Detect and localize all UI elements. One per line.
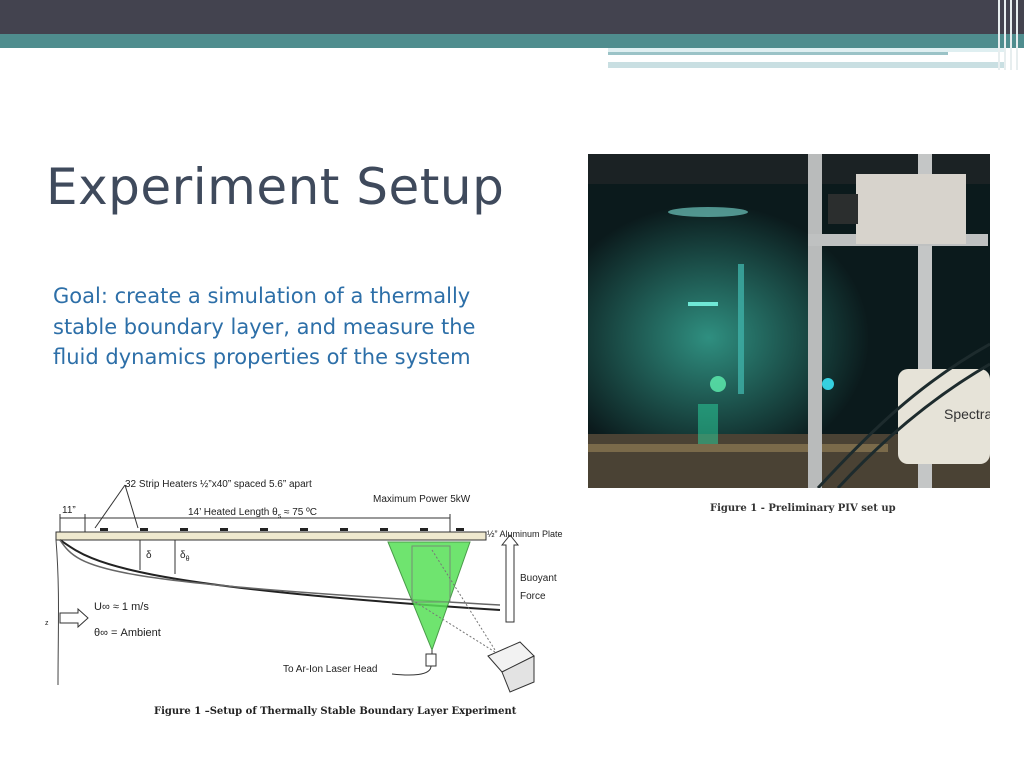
header-stripes — [994, 0, 1024, 70]
buoyant-label: Buoyant — [520, 573, 557, 584]
slide-title: Experiment Setup — [46, 158, 505, 216]
delta-theta-label: δθ — [180, 550, 189, 563]
delta-label: δ — [146, 550, 152, 561]
aluminum-plate-label: ½” Aluminum Plate — [487, 529, 563, 539]
laser-head-label: To Ar-Ion Laser Head — [283, 664, 378, 675]
header-teal-band — [0, 34, 1024, 48]
header-line-wide — [608, 62, 1006, 68]
heated-length-temp: ≈ 75 ºC — [281, 507, 318, 518]
spectra-label: Spectra — [944, 406, 990, 422]
z-axis-label: z — [45, 620, 49, 627]
force-label: Force — [520, 591, 546, 602]
theta-inf-label: θ∞ = Ambient — [94, 627, 161, 639]
diagram-caption: Figure 1 –Setup of Thermally Stable Boun… — [154, 706, 517, 717]
slide-body-text: Goal: create a simulation of a thermally… — [53, 284, 476, 369]
dimension-11-label: 11” — [62, 505, 76, 516]
lab-setup-photo: Spectra — [588, 154, 990, 488]
header-dark-band — [0, 0, 1024, 34]
heated-length-text: 14’ Heated Length θ — [188, 507, 278, 518]
strip-heaters-label: 32 Strip Heaters ½”x40” spaced 5.6” apar… — [125, 479, 312, 490]
max-power-label: Maximum Power 5kW — [373, 494, 471, 505]
photo-caption: Figure 1 - Preliminary PIV set up — [710, 503, 896, 514]
u-inf-label: U∞ ≈ 1 m/s — [94, 601, 149, 613]
delta-theta-sub: θ — [185, 556, 190, 563]
header-line — [608, 52, 948, 55]
boundary-layer-diagram: 32 Strip Heaters ½”x40” spaced 5.6” apar… — [40, 470, 580, 700]
heated-length-label: 14’ Heated Length θs ≈ 75 ºC — [188, 507, 317, 520]
